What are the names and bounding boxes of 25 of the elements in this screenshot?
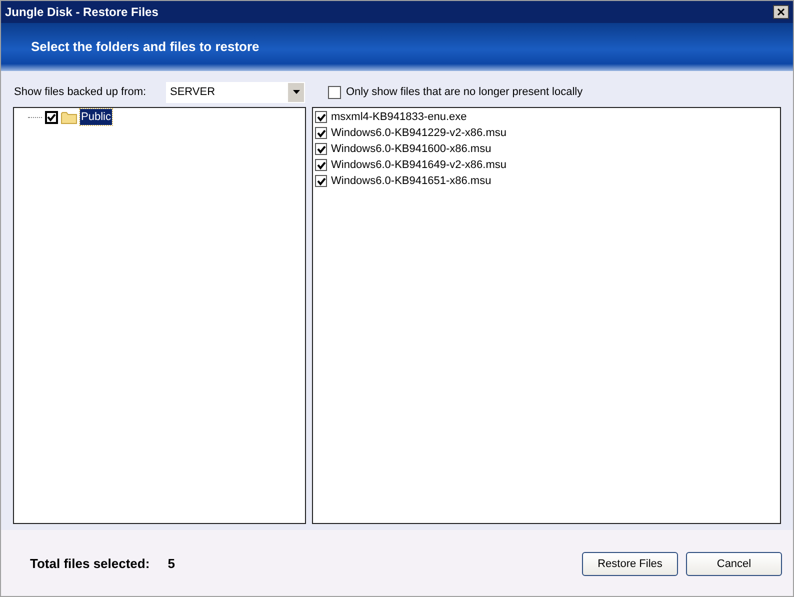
file-name: msxml4-KB941833-enu.exe [331, 110, 467, 125]
checkbox-label: Only show files that are no longer present locally [346, 84, 583, 100]
file-name: Windows6.0-KB941649-v2-x86.msu [331, 158, 506, 173]
source-dropdown[interactable]: SERVER [166, 82, 305, 102]
file-name: Windows6.0-KB941651-x86.msu [331, 174, 492, 189]
file-name: Windows6.0-KB941600-x86.msu [331, 142, 492, 157]
checkbox[interactable] [315, 143, 327, 155]
total-value: 5 [168, 555, 175, 574]
banner-heading: Select the folders and files to restore [31, 38, 260, 56]
source-label: Show files backed up from: [13, 84, 148, 100]
checkbox[interactable] [315, 159, 327, 171]
checkbox[interactable] [315, 175, 327, 187]
checkbox[interactable] [315, 111, 327, 123]
cancel-button[interactable]: Cancel [686, 552, 782, 576]
checkbox[interactable] [45, 110, 58, 124]
close-icon [777, 8, 785, 16]
window-title: Jungle Disk - Restore Files [5, 4, 158, 21]
restore-button[interactable]: Restore Files [582, 552, 678, 576]
close-button[interactable] [773, 5, 789, 19]
total-label: Total files selected: [30, 555, 150, 574]
folder-icon [61, 110, 77, 124]
checkbox[interactable] [315, 127, 327, 139]
file-name: Windows6.0-KB941229-v2-x86.msu [331, 126, 506, 141]
checkbox[interactable] [328, 86, 341, 98]
tree-item[interactable]: Public [80, 108, 112, 126]
